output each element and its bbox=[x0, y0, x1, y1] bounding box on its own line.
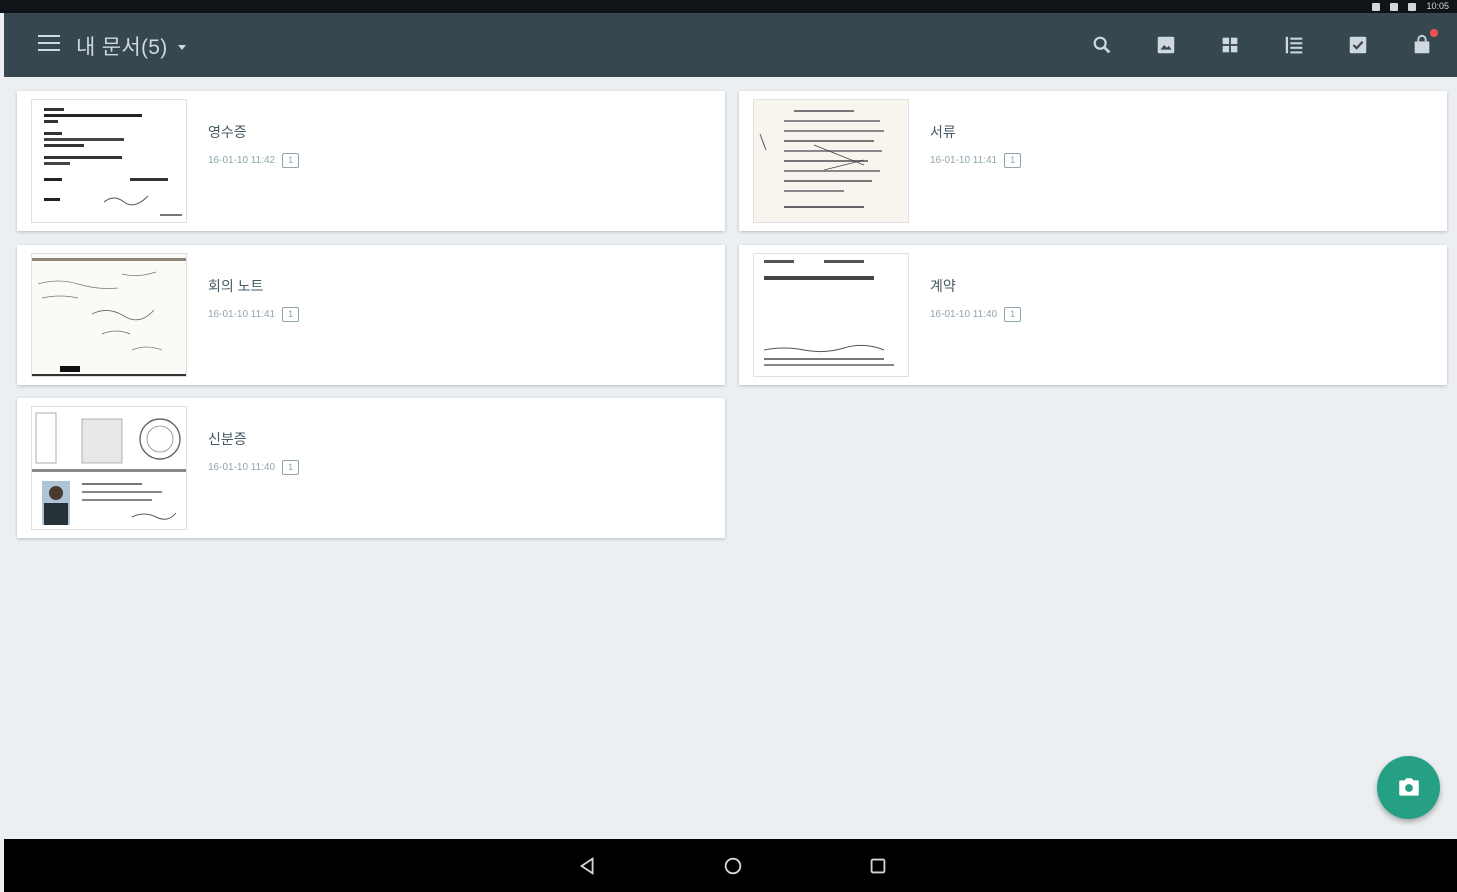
page-count-badge: 1 bbox=[282, 307, 300, 322]
status-time: 10:05 bbox=[1426, 1, 1449, 11]
recents-icon[interactable] bbox=[865, 853, 891, 879]
document-date: 16-01-10 11:41 bbox=[930, 155, 998, 166]
folder-dropdown[interactable]: 내 문서(5) bbox=[76, 31, 186, 61]
battery-icon bbox=[1408, 2, 1417, 11]
search-icon[interactable] bbox=[1088, 31, 1116, 59]
document-date: 16-01-10 11:41 bbox=[208, 309, 276, 320]
back-icon[interactable] bbox=[575, 853, 601, 879]
select-check-icon[interactable] bbox=[1344, 31, 1372, 59]
home-icon[interactable] bbox=[720, 853, 746, 879]
store-bag-icon[interactable] bbox=[1408, 29, 1438, 59]
document-thumbnail bbox=[31, 406, 187, 530]
document-card[interactable]: 영수증 16-01-10 11:42 1 bbox=[17, 91, 725, 231]
grid-view-icon[interactable] bbox=[1216, 31, 1244, 59]
document-date: 16-01-10 11:42 bbox=[208, 155, 276, 166]
document-name: 서류 bbox=[930, 124, 956, 140]
document-thumbnail bbox=[753, 99, 909, 223]
document-card[interactable]: 신분증 16-01-10 11:40 1 bbox=[17, 398, 725, 538]
page-count-badge: 1 bbox=[282, 460, 300, 475]
document-date: 16-01-10 11:40 bbox=[930, 309, 998, 320]
gallery-import-icon[interactable] bbox=[1152, 31, 1180, 59]
page-title: 내 문서(5) bbox=[76, 36, 168, 59]
document-date: 16-01-10 11:40 bbox=[208, 462, 276, 473]
wifi-icon bbox=[1390, 2, 1399, 11]
document-name: 회의 노트 bbox=[208, 278, 264, 294]
document-card[interactable]: 계약 16-01-10 11:40 1 bbox=[739, 245, 1447, 385]
document-name: 계약 bbox=[930, 278, 956, 294]
document-name: 영수증 bbox=[208, 124, 247, 140]
notification-dot bbox=[1430, 29, 1438, 37]
document-card[interactable]: 회의 노트 16-01-10 11:41 1 bbox=[17, 245, 725, 385]
page-count-badge: 1 bbox=[1004, 153, 1022, 168]
camera-button[interactable] bbox=[1377, 756, 1440, 819]
navigation-bar bbox=[4, 839, 1457, 892]
document-thumbnail bbox=[31, 99, 187, 223]
document-card[interactable]: 서류 16-01-10 11:41 1 bbox=[739, 91, 1447, 231]
chevron-down-icon bbox=[177, 44, 186, 50]
menu-icon[interactable] bbox=[38, 35, 60, 55]
list-view-icon[interactable] bbox=[1280, 31, 1308, 59]
status-bar: 10:05 bbox=[0, 0, 1457, 13]
page-count-badge: 1 bbox=[1004, 307, 1022, 322]
signal-icon bbox=[1372, 2, 1381, 11]
document-thumbnail bbox=[753, 253, 909, 377]
page-count-badge: 1 bbox=[282, 153, 300, 168]
document-thumbnail bbox=[31, 253, 187, 377]
document-name: 신분증 bbox=[208, 431, 247, 447]
camera-icon bbox=[1398, 777, 1419, 796]
app-bar: 내 문서(5) bbox=[4, 13, 1457, 77]
